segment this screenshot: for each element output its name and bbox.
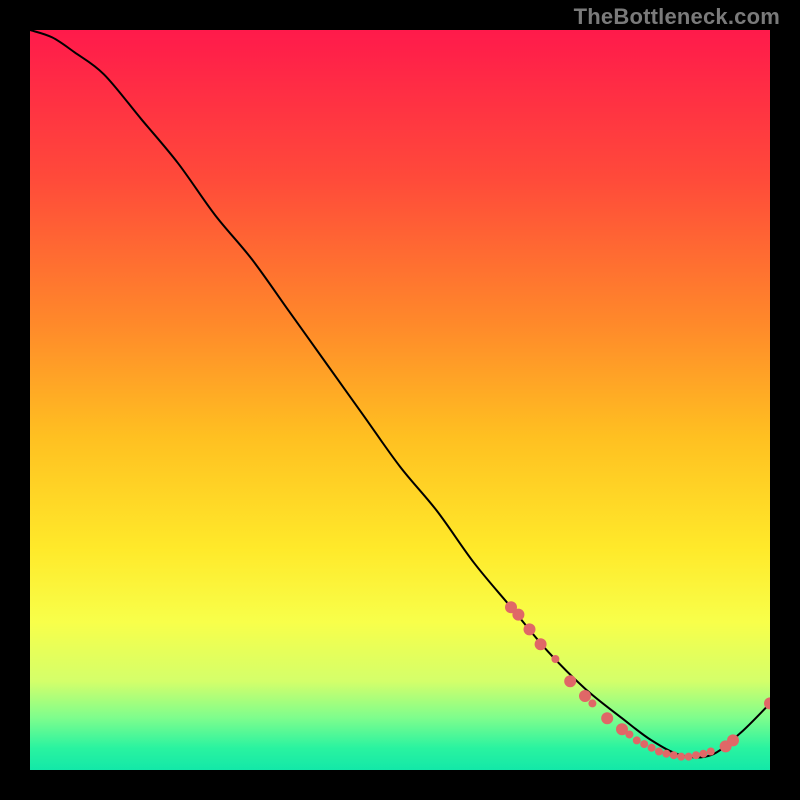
highlight-point — [535, 638, 547, 650]
highlight-point — [677, 753, 685, 761]
chart-svg — [30, 30, 770, 770]
highlight-point — [648, 744, 656, 752]
highlight-point — [601, 712, 613, 724]
highlight-point — [588, 699, 596, 707]
watermark-text: TheBottleneck.com — [574, 4, 780, 30]
highlight-point — [670, 751, 678, 759]
highlight-point — [662, 750, 670, 758]
highlight-point — [699, 750, 707, 758]
highlight-point — [655, 748, 663, 756]
highlight-point — [625, 730, 633, 738]
highlight-point — [727, 734, 739, 746]
highlight-point — [692, 751, 700, 759]
highlight-point — [524, 623, 536, 635]
plot-area — [30, 30, 770, 770]
gradient-background — [30, 30, 770, 770]
highlight-point — [512, 609, 524, 621]
highlight-point — [707, 748, 715, 756]
highlight-point — [633, 736, 641, 744]
highlight-point — [579, 690, 591, 702]
highlight-point — [685, 753, 693, 761]
highlight-point — [551, 655, 559, 663]
highlight-point — [564, 675, 576, 687]
highlight-point — [640, 740, 648, 748]
chart-container: TheBottleneck.com — [0, 0, 800, 800]
